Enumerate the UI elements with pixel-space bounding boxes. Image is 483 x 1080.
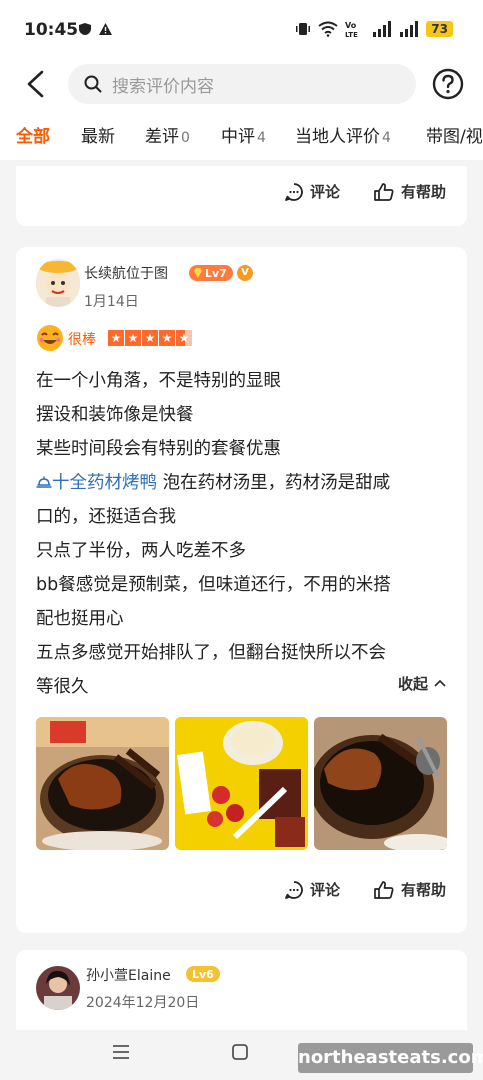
comment-button[interactable]: 评论: [284, 181, 340, 202]
review-date: 1月14日: [84, 294, 139, 310]
review-date: 2024年12月20日: [86, 995, 200, 1011]
review-text-line: 等很久: [36, 677, 89, 697]
star-rating: ★ ★ ★ ★ ★: [108, 330, 192, 346]
thumbs-up-icon: [374, 182, 394, 201]
collapse-button[interactable]: 收起: [398, 673, 447, 694]
tab-with-photo[interactable]: 带图/视: [426, 122, 483, 147]
volte-icon: VoLTE: [345, 21, 358, 38]
svg-text:LTE: LTE: [345, 31, 358, 38]
star-icon: ★: [108, 330, 124, 346]
comment-icon: [285, 880, 303, 899]
review-card-previous: 评论 有帮助: [16, 166, 467, 226]
star-icon: ★: [142, 330, 158, 346]
tab-local[interactable]: 当地人评价 4: [295, 122, 391, 147]
review-text-line: 五点多感觉开始排队了，但翻台挺快所以不会: [36, 643, 386, 663]
header: 搜索评价内容: [0, 58, 483, 110]
review-text-line: 配也挺用心: [36, 609, 124, 629]
thumbs-up-icon: [374, 880, 394, 899]
signal-icon: [373, 21, 392, 37]
comment-icon: [285, 182, 303, 201]
review-text-line: 口的，还挺适合我: [36, 507, 176, 527]
review-text-line: 某些时间段会有特别的套餐优惠: [36, 439, 281, 459]
level-badge: Lv7: [189, 265, 233, 281]
vibrate-icon: [296, 23, 311, 35]
review-photo[interactable]: [175, 717, 308, 850]
review-card-next: 孙小萱Elaine Lv6 2024年12月20日: [16, 950, 467, 1030]
star-icon: ★: [125, 330, 141, 346]
avatar[interactable]: [36, 966, 80, 1010]
back-arrow-icon[interactable]: [24, 70, 48, 98]
dish-tag-link[interactable]: 十全药材烤鸭: [36, 473, 163, 493]
review-text-line: 摆设和装饰像是快餐: [36, 405, 194, 425]
search-input[interactable]: 搜索评价内容: [68, 64, 416, 104]
review-text-line: 在一个小角落，不是特别的显眼: [36, 371, 281, 391]
star-icon: ★: [159, 330, 175, 346]
chevron-up-icon: [434, 679, 446, 687]
home-square-icon[interactable]: [231, 1043, 249, 1061]
shield-icon: [79, 23, 91, 35]
filter-tabs: 全部 最新 差评 0 中评 4 当地人评价 4 带图/视: [0, 110, 483, 160]
svg-text:Vo: Vo: [345, 21, 357, 30]
watermark: northeasteats.com: [298, 1043, 483, 1073]
reviewer-name[interactable]: 孙小萱Elaine: [86, 965, 171, 985]
tab-all[interactable]: 全部: [16, 122, 50, 147]
status-bar: 10:45 Vo LTE 73: [0, 0, 483, 58]
review-card: 长续航位于图 Lv7 V 1月14日 很棒 ★ ★ ★ ★ ★ 在一个小角落，不…: [16, 247, 467, 933]
battery-indicator: 73: [426, 21, 453, 37]
comment-button[interactable]: 评论: [284, 879, 340, 900]
review-text-line: 只点了半份，两人吃差不多: [36, 541, 246, 561]
signal-icon-2: [400, 21, 419, 37]
helpful-button[interactable]: 有帮助: [373, 879, 446, 900]
review-text-line: 十全药材烤鸭 泡在药材汤里，药材汤是甜咸: [36, 469, 390, 494]
avatar[interactable]: [36, 259, 80, 307]
tab-negative[interactable]: 差评 0: [145, 122, 190, 147]
review-text-line: bb餐感觉是预制菜，但味道还行，不用的米搭: [36, 575, 391, 595]
review-photo[interactable]: [314, 717, 447, 850]
smile-face-icon: [37, 325, 63, 351]
search-placeholder: 搜索评价内容: [112, 76, 214, 97]
tab-latest[interactable]: 最新: [81, 122, 115, 147]
wifi-icon: [318, 21, 338, 37]
tab-neutral[interactable]: 中评 4: [221, 122, 266, 147]
reviewer-name[interactable]: 长续航位于图: [84, 263, 168, 283]
rating-word: 很棒: [68, 332, 96, 348]
diamond-icon: [194, 268, 202, 278]
status-time: 10:45: [24, 20, 79, 40]
search-icon: [84, 75, 102, 93]
helpful-button[interactable]: 有帮助: [373, 181, 446, 202]
half-star-icon: ★: [176, 330, 192, 346]
dish-icon: [36, 476, 52, 488]
help-icon[interactable]: [432, 68, 464, 100]
review-photo[interactable]: [36, 717, 169, 850]
level-badge: Lv6: [186, 966, 220, 982]
menu-icon[interactable]: [111, 1043, 131, 1061]
warning-icon: [99, 23, 112, 35]
verified-badge: V: [237, 265, 253, 281]
